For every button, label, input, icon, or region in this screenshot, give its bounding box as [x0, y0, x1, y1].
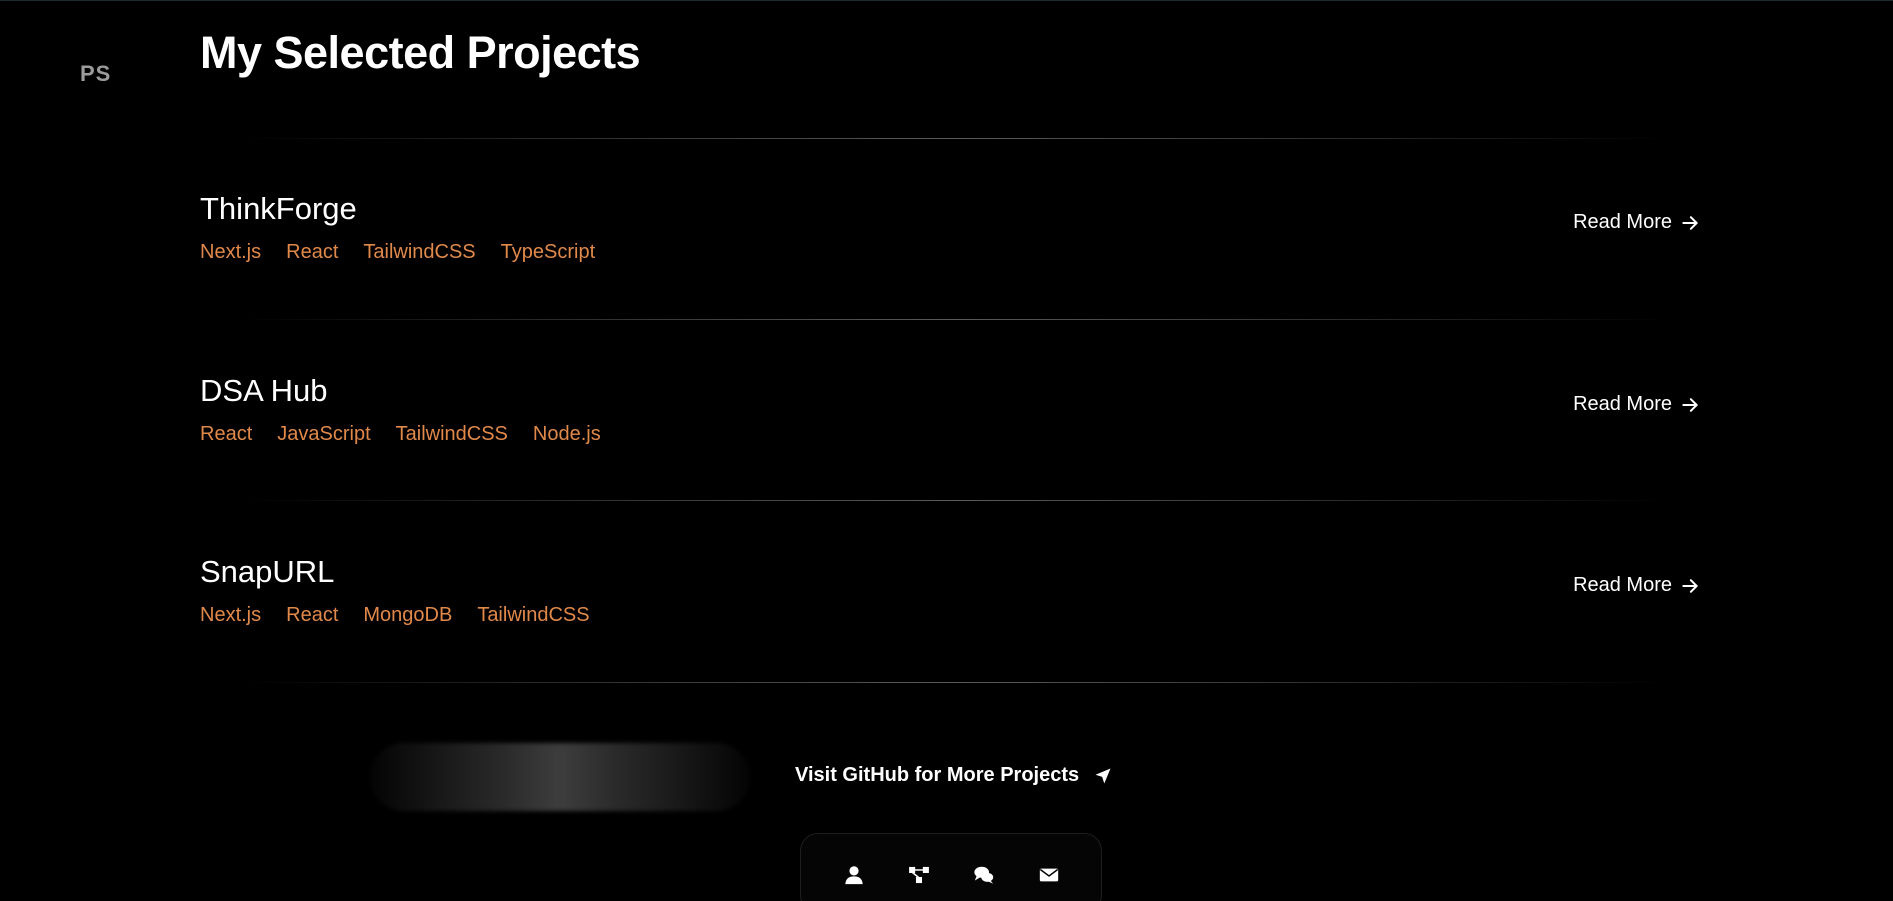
network-icon	[908, 866, 929, 884]
page-title: My Selected Projects	[200, 27, 641, 78]
project-tag: Next.js	[200, 604, 262, 626]
read-more-button[interactable]: Read More	[1573, 211, 1700, 234]
envelope-icon	[1039, 868, 1058, 882]
project-tag: TailwindCSS	[363, 241, 476, 263]
project-tag: Node.js	[532, 423, 601, 445]
dock-contact-button[interactable]	[1036, 862, 1062, 888]
project-title: SnapURL	[200, 554, 335, 589]
github-link[interactable]: Visit GitHub for More Projects	[795, 764, 1113, 787]
project-item: ThinkForge Next.js React TailwindCSS Typ…	[200, 191, 1700, 321]
read-more-label: Read More	[1573, 574, 1672, 596]
github-link-label: Visit GitHub for More Projects	[795, 764, 1080, 786]
project-tag: TailwindCSS	[477, 604, 590, 626]
project-tag: React	[200, 423, 253, 445]
project-tag: MongoDB	[363, 604, 453, 626]
project-tag: React	[286, 604, 339, 626]
dock-profile-button[interactable]	[841, 862, 867, 888]
divider	[240, 682, 1670, 683]
arrow-right-icon	[1682, 215, 1698, 230]
project-item: SnapURL Next.js React MongoDB TailwindCS…	[200, 554, 1700, 684]
read-more-button[interactable]: Read More	[1573, 574, 1700, 597]
arrow-right-icon	[1682, 397, 1698, 412]
project-title: ThinkForge	[200, 191, 357, 226]
location-arrow-icon	[1095, 768, 1111, 783]
dock-projects-button[interactable]	[906, 862, 932, 888]
dock-chat-button[interactable]	[971, 862, 997, 888]
divider	[240, 138, 1670, 139]
project-tag: JavaScript	[277, 423, 371, 445]
user-icon	[844, 866, 863, 885]
divider	[240, 500, 1670, 501]
project-tags: React JavaScript TailwindCSS Node.js	[200, 423, 601, 446]
project-tag: TypeScript	[500, 241, 596, 263]
read-more-label: Read More	[1573, 393, 1672, 415]
project-tags: Next.js React TailwindCSS TypeScript	[200, 241, 595, 264]
decorative-glow	[370, 743, 750, 811]
site-logo[interactable]: PS	[80, 61, 111, 87]
bottom-dock	[800, 833, 1102, 901]
project-tag: React	[286, 241, 339, 263]
chat-icon	[973, 866, 993, 884]
project-tag: TailwindCSS	[395, 423, 508, 445]
read-more-button[interactable]: Read More	[1573, 393, 1700, 416]
read-more-label: Read More	[1573, 211, 1672, 233]
divider	[240, 319, 1670, 320]
project-title: DSA Hub	[200, 373, 328, 408]
project-tag: Next.js	[200, 241, 262, 263]
project-tags: Next.js React MongoDB TailwindCSS	[200, 604, 590, 627]
page: PS My Selected Projects ThinkForge Next.…	[0, 0, 1893, 901]
arrow-right-icon	[1682, 578, 1698, 593]
project-item: DSA Hub React JavaScript TailwindCSS Nod…	[200, 373, 1700, 503]
